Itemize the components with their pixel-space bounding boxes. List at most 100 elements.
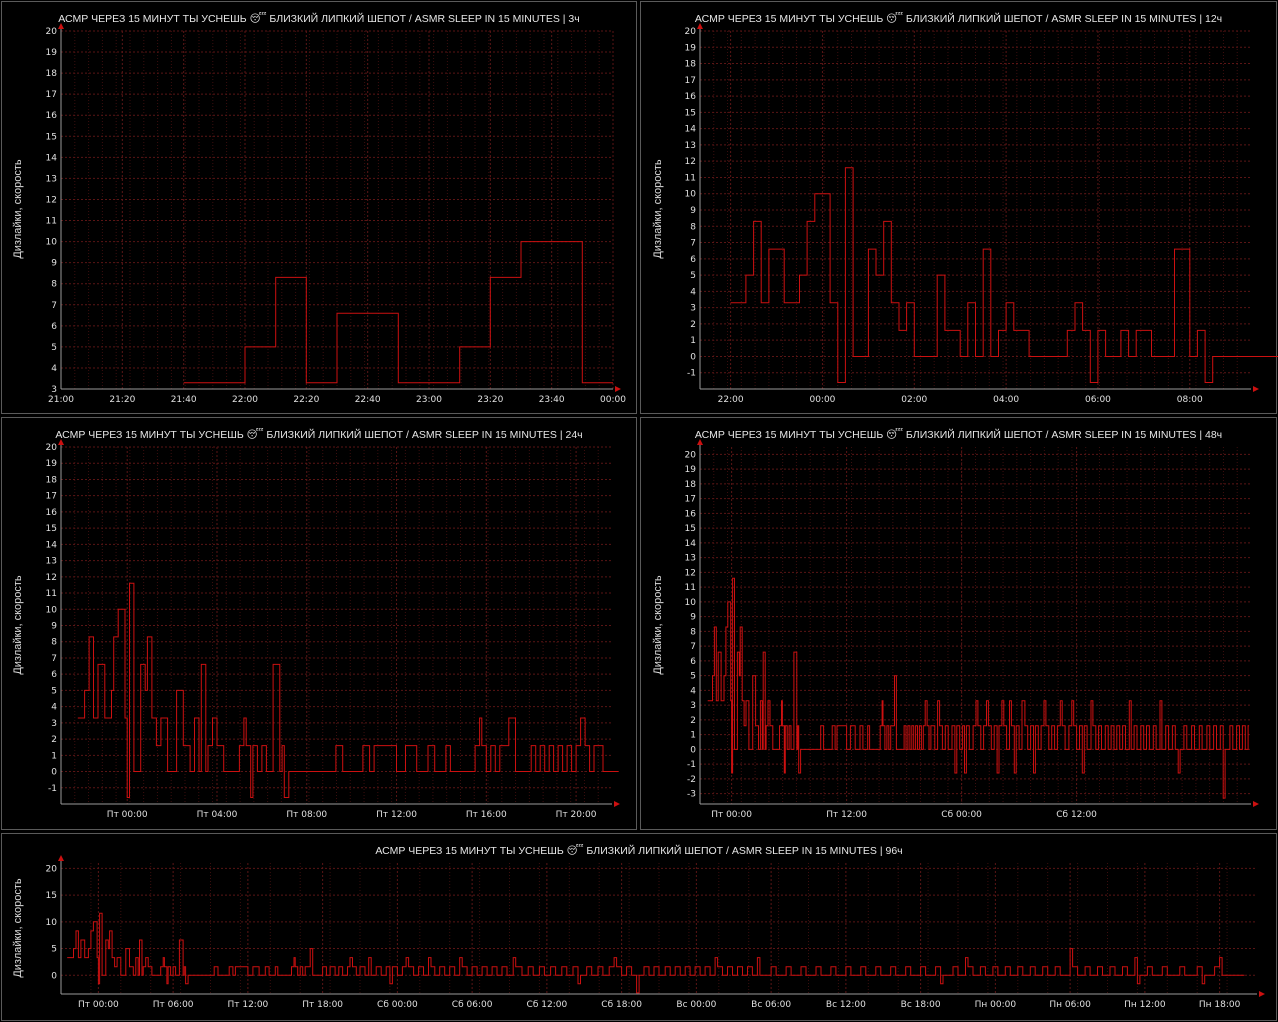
y-tick-label: 15 (46, 132, 57, 142)
chart-panel-12h: АСМР ЧЕРЕЗ 15 МИНУТ ТЫ УСНЕШЬ 😴 БЛИЗКИЙ … (640, 1, 1278, 414)
y-tick-label: 12 (685, 157, 696, 167)
y-tick-label: 3 (690, 701, 696, 711)
y-tick-label: 10 (685, 190, 697, 200)
x-tick-label: 04:00 (993, 395, 1019, 405)
x-tick-label: 08:00 (1177, 395, 1203, 405)
y-tick-label: 6 (690, 657, 696, 667)
y-tick-label: 19 (685, 43, 697, 53)
x-tick-label: Пн 12:00 (1124, 1000, 1166, 1010)
y-tick-label: 6 (51, 322, 57, 332)
y-tick-label: 17 (46, 90, 57, 100)
x-tick-label: Пт 12:00 (826, 810, 867, 820)
y-tick-label: 16 (685, 509, 697, 519)
y-tick-label: 13 (685, 141, 696, 151)
x-axis-arrow (614, 801, 620, 807)
x-tick-label: 22:20 (293, 395, 319, 405)
series-line (67, 912, 1245, 994)
x-axis-arrow (615, 386, 621, 392)
y-tick-label: 14 (46, 540, 58, 550)
chart-panel-96h: АСМР ЧЕРЕЗ 15 МИНУТ ТЫ УСНЕШЬ 😴 БЛИЗКИЙ … (1, 833, 1277, 1021)
y-tick-label: 8 (51, 638, 57, 648)
x-tick-label: 23:40 (539, 395, 565, 405)
y-tick-label: 11 (685, 583, 696, 593)
y-tick-label: 10 (46, 918, 58, 928)
y-tick-label: 8 (690, 627, 696, 637)
y-tick-label: 1 (690, 731, 696, 741)
y-tick-label: 14 (685, 539, 697, 549)
x-tick-label: Пн 00:00 (975, 1000, 1017, 1010)
y-tick-label: 13 (46, 174, 57, 184)
y-tick-label: 5 (51, 343, 57, 353)
x-tick-label: Пт 04:00 (197, 810, 238, 820)
x-tick-label: 00:00 (600, 395, 626, 405)
y-tick-label: 1 (51, 751, 57, 761)
chart-panel-24h: АСМР ЧЕРЕЗ 15 МИНУТ ТЫ УСНЕШЬ 😴 БЛИЗКИЙ … (1, 417, 637, 830)
y-tick-label: 12 (46, 573, 57, 583)
x-tick-label: Сб 12:00 (1056, 810, 1097, 820)
y-tick-label: 17 (46, 492, 57, 502)
y-tick-label: 3 (51, 719, 57, 729)
y-tick-label: 18 (46, 69, 58, 79)
y-tick-label: 2 (690, 320, 696, 330)
y-tick-label: -3 (687, 790, 696, 800)
x-tick-label: Пт 08:00 (286, 810, 327, 820)
y-tick-label: 16 (46, 508, 58, 518)
y-tick-label: 2 (690, 716, 696, 726)
y-tick-label: 15 (685, 108, 696, 118)
y-tick-label: 13 (685, 554, 696, 564)
y-tick-label: 0 (690, 352, 696, 362)
x-tick-label: 22:40 (355, 395, 381, 405)
y-tick-label: 9 (690, 613, 696, 623)
y-tick-label: 3 (51, 385, 57, 395)
y-tick-label: 2 (51, 735, 57, 745)
y-tick-label: 6 (51, 670, 57, 680)
y-tick-label: 4 (690, 686, 696, 696)
y-tick-label: 19 (46, 48, 58, 58)
x-tick-label: Пн 18:00 (1199, 1000, 1241, 1010)
y-axis-arrow (58, 23, 64, 29)
x-axis-arrow (1253, 801, 1259, 807)
y-tick-label: 1 (690, 336, 696, 346)
y-tick-label: 11 (685, 173, 696, 183)
x-tick-label: Пт 06:00 (153, 1000, 194, 1010)
y-tick-label: 11 (46, 217, 57, 227)
y-tick-label: 5 (51, 686, 57, 696)
x-tick-label: Сб 06:00 (452, 1000, 493, 1010)
y-tick-label: 0 (51, 971, 57, 981)
y-axis-arrow (697, 439, 703, 445)
chart-plot: -101234567891011121314151617181920Пт 00:… (46, 439, 620, 820)
y-tick-label: 18 (685, 60, 697, 70)
y-tick-label: 12 (46, 195, 57, 205)
x-axis-arrow (1259, 991, 1265, 997)
x-tick-label: Сб 12:00 (527, 1000, 568, 1010)
x-tick-label: 21:00 (48, 395, 74, 405)
x-tick-label: Пн 06:00 (1049, 1000, 1091, 1010)
y-tick-label: 3 (690, 304, 696, 314)
y-tick-label: 7 (51, 654, 57, 664)
y-tick-label: 5 (690, 672, 696, 682)
y-tick-label: 10 (46, 238, 58, 248)
y-axis-arrow (697, 23, 703, 29)
x-tick-label: 06:00 (1085, 395, 1111, 405)
x-tick-label: 23:00 (416, 395, 442, 405)
x-axis-arrow (1253, 386, 1259, 392)
x-tick-label: Пт 12:00 (376, 810, 417, 820)
x-tick-label: Пт 12:00 (227, 1000, 268, 1010)
y-tick-label: 16 (46, 111, 58, 121)
y-tick-label: 10 (46, 605, 58, 615)
x-tick-label: 21:40 (171, 395, 197, 405)
y-tick-label: 14 (685, 125, 697, 135)
y-tick-label: 9 (51, 622, 57, 632)
x-tick-label: Вс 18:00 (901, 1000, 941, 1010)
y-tick-label: 17 (685, 76, 696, 86)
x-tick-label: 00:00 (809, 395, 835, 405)
x-tick-label: Пт 00:00 (78, 1000, 119, 1010)
y-tick-label: 0 (51, 768, 57, 778)
y-tick-label: 5 (51, 945, 57, 955)
y-tick-label: 11 (46, 589, 57, 599)
y-tick-label: 15 (685, 524, 696, 534)
x-tick-label: 02:00 (901, 395, 927, 405)
y-tick-label: 20 (46, 27, 58, 37)
y-tick-label: -1 (687, 760, 696, 770)
y-tick-label: 12 (685, 568, 696, 578)
